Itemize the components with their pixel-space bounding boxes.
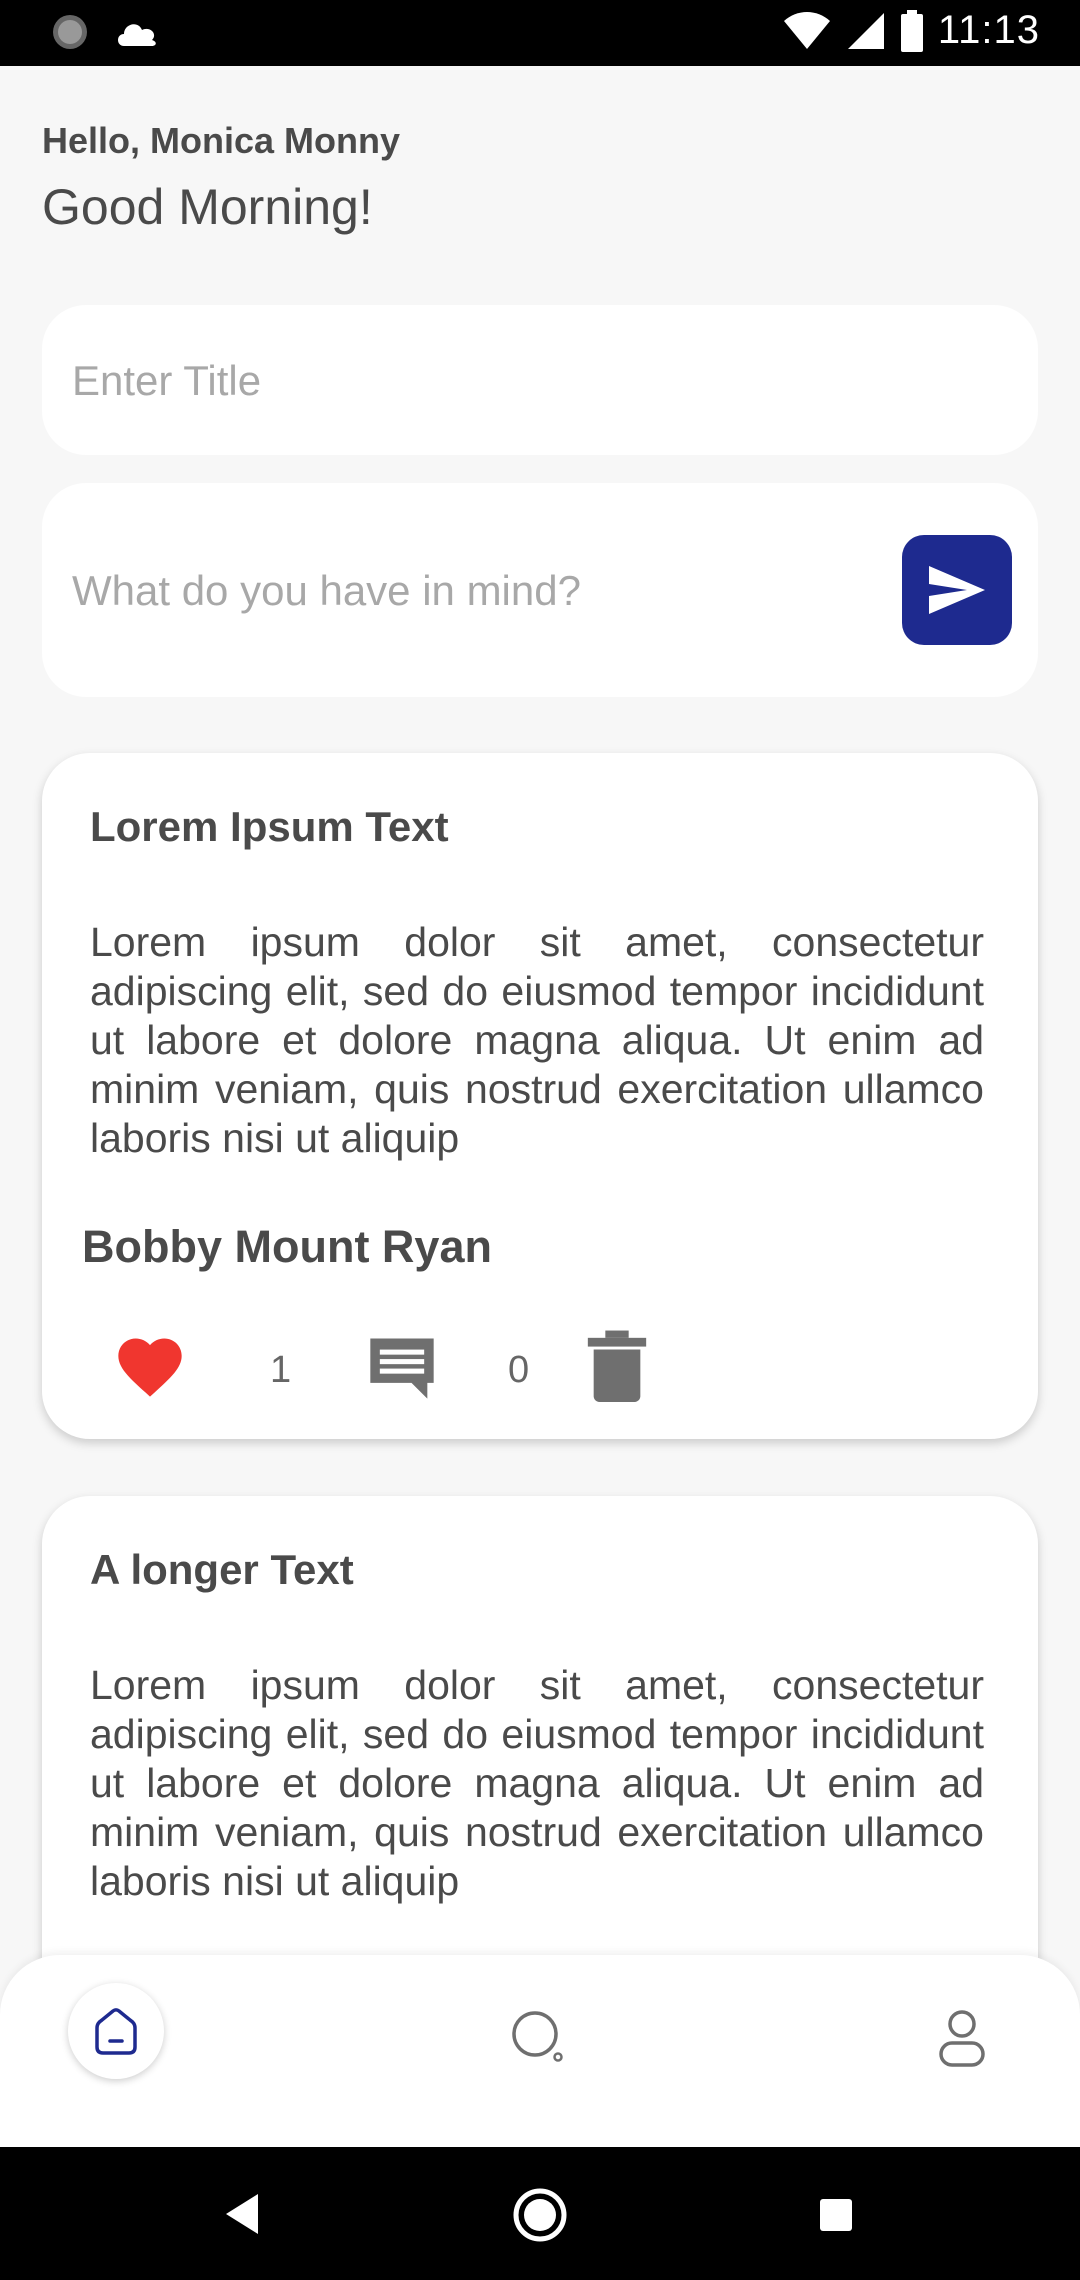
post-card: A longer Text Lorem ipsum dolor sit amet… (42, 1496, 1038, 2016)
signal-icon (847, 12, 884, 49)
mind-field[interactable] (42, 483, 1038, 697)
comment-count: 0 (508, 1349, 530, 1391)
title-input[interactable] (70, 345, 974, 417)
post-card: Lorem Ipsum Text Lorem ipsum dolor sit a… (42, 753, 1038, 1439)
comment-icon[interactable] (364, 1329, 440, 1405)
post-body: Lorem ipsum dolor sit amet, consectetur … (90, 1662, 984, 1904)
trash-icon[interactable] (582, 1329, 652, 1405)
post-title: A longer Text (90, 1546, 354, 1593)
search-icon[interactable] (508, 2007, 568, 2067)
send-button[interactable] (902, 535, 1012, 645)
battery-icon (900, 9, 923, 52)
send-icon (929, 566, 985, 614)
greeting-subtitle: Good Morning! (42, 179, 373, 235)
recents-icon[interactable] (818, 2197, 854, 2233)
heart-icon[interactable] (112, 1329, 188, 1405)
wifi-icon (783, 11, 830, 49)
status-bar: 11:13 (0, 0, 1080, 66)
spinner-icon (53, 15, 87, 49)
profile-icon[interactable] (930, 2005, 994, 2069)
title-field[interactable] (42, 305, 1038, 455)
back-icon[interactable] (222, 2192, 262, 2236)
post-actions: 1 0 (112, 1329, 712, 1409)
post-author: Bobby Mount Ryan (82, 1221, 492, 1272)
system-nav-bar (0, 2147, 1080, 2280)
status-time: 11:13 (937, 8, 1040, 52)
like-count: 1 (270, 1349, 292, 1391)
bottom-nav (0, 1955, 1080, 2147)
home-icon (95, 2008, 137, 2055)
post-body: Lorem ipsum dolor sit amet, consectetur … (90, 919, 984, 1161)
system-home-icon[interactable] (512, 2187, 568, 2243)
nav-home-button[interactable] (68, 1983, 164, 2079)
greeting-hello: Hello, Monica Monny (42, 120, 401, 161)
cloud-icon (118, 24, 156, 46)
post-title: Lorem Ipsum Text (90, 803, 449, 850)
post-body-input[interactable] (70, 554, 894, 628)
